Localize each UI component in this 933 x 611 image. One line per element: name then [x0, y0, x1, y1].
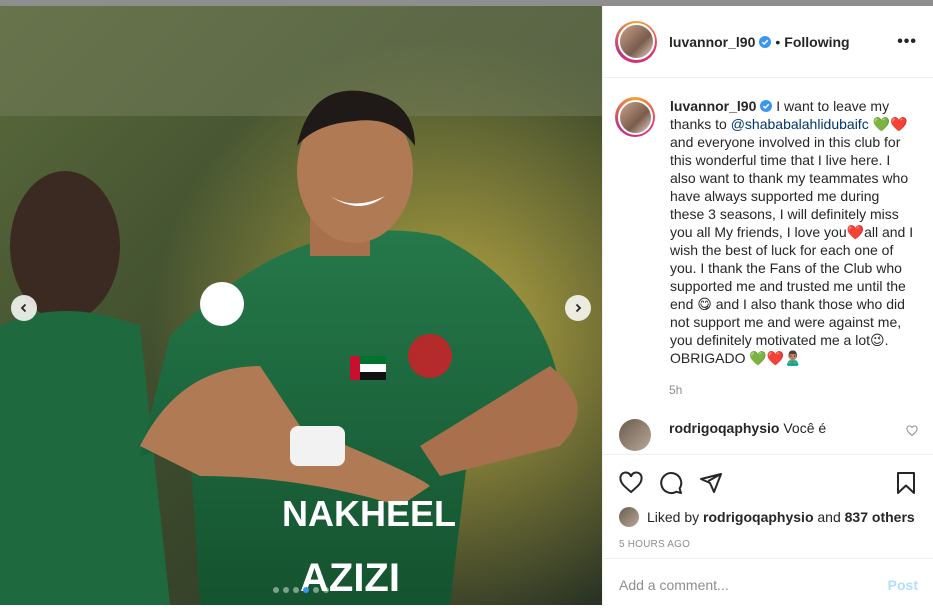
carousel-dot — [283, 587, 289, 593]
carousel-dot — [313, 587, 319, 593]
photo-illustration: NAKHEEL AZIZI — [0, 6, 602, 605]
jersey-sponsor-1: NAKHEEL — [282, 493, 456, 534]
heart-icon[interactable] — [906, 425, 918, 437]
share-icon[interactable] — [699, 471, 723, 495]
previous-photo-button[interactable] — [11, 295, 37, 321]
comment-item: rodrigoqaphysio Você é — [603, 397, 933, 451]
carousel-dot — [323, 587, 329, 593]
heart-icon[interactable] — [619, 471, 643, 495]
separator-dot: • — [775, 33, 781, 50]
post-comment-button[interactable]: Post — [888, 577, 918, 593]
next-photo-button[interactable] — [565, 295, 591, 321]
verified-icon — [760, 100, 773, 112]
avatar[interactable] — [619, 419, 651, 451]
carousel-dot-active — [303, 587, 309, 593]
avatar[interactable] — [617, 99, 653, 135]
more-options-icon[interactable]: ••• — [897, 33, 917, 51]
verified-icon — [759, 35, 772, 48]
caption-emoji: ❤️ — [846, 224, 865, 240]
likes-count[interactable]: 837 others — [845, 509, 915, 525]
caption-emoji: 💚❤️🙎🏽‍♂️ — [749, 350, 802, 366]
post-header: luvannor_l90 • Following ••• — [603, 6, 933, 78]
caption-emoji: 😋 — [697, 296, 712, 312]
author-username[interactable]: luvannor_l90 — [669, 34, 755, 50]
comments-scroll-area[interactable]: luvannor_l90 I want to leave my thanks t… — [603, 79, 933, 454]
caption-emoji: 😉 — [870, 332, 885, 348]
caption-text: luvannor_l90 I want to leave my thanks t… — [670, 97, 917, 367]
comment-icon[interactable] — [659, 471, 683, 495]
comment-username[interactable]: rodrigoqaphysio — [669, 420, 779, 436]
chevron-left-icon — [20, 303, 27, 313]
author-avatar-ring[interactable] — [615, 20, 657, 63]
mention-link[interactable]: @shababalahlidubaifc — [731, 116, 869, 132]
avatar[interactable] — [617, 23, 655, 60]
caption-emoji: 💚❤️ — [872, 116, 908, 132]
liker-username[interactable]: rodrigoqaphysio — [703, 509, 813, 525]
likes-and: and — [817, 509, 841, 525]
caption: luvannor_l90 I want to leave my thanks t… — [603, 79, 933, 367]
comment-body: Você é — [783, 420, 827, 436]
caption-age[interactable]: 5h — [669, 383, 933, 397]
carousel-dot — [293, 587, 299, 593]
post-details-panel: luvannor_l90 • Following ••• luvannor_l9… — [602, 6, 933, 605]
comment-input[interactable] — [619, 577, 888, 593]
actions-section: Liked by rodrigoqaphysio and 837 others … — [603, 454, 933, 550]
likes-summary: Liked by rodrigoqaphysio and 837 others — [603, 499, 933, 527]
chevron-right-icon — [575, 303, 582, 313]
jersey-sponsor-2: AZIZI — [300, 556, 400, 600]
post-timestamp[interactable]: 5 HOURS AGO — [603, 527, 933, 550]
post-photo[interactable]: NAKHEEL AZIZI — [0, 6, 602, 605]
caption-avatar-ring[interactable] — [615, 97, 655, 137]
save-icon[interactable] — [894, 471, 918, 495]
action-bar — [603, 455, 933, 499]
following-button[interactable]: Following — [784, 34, 849, 50]
avatar[interactable] — [619, 507, 639, 527]
add-comment-bar: Post — [603, 558, 933, 611]
likes-prefix: Liked by — [647, 509, 700, 525]
carousel-indicator — [0, 587, 602, 593]
caption-username[interactable]: luvannor_l90 — [670, 98, 756, 114]
carousel-dot — [273, 587, 279, 593]
comment-text: rodrigoqaphysio Você é — [669, 419, 889, 437]
